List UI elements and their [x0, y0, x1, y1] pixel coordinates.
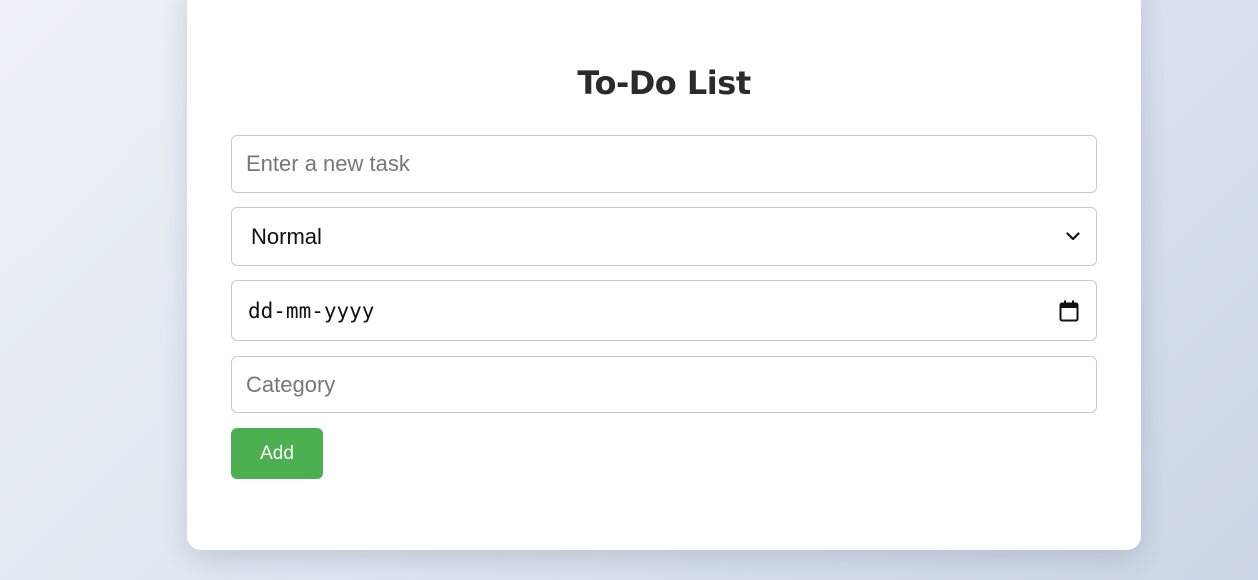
priority-selected-value: Normal — [251, 223, 322, 249]
category-input[interactable] — [232, 357, 1096, 412]
chevron-down-icon — [1064, 228, 1082, 246]
calendar-icon[interactable] — [1058, 300, 1080, 322]
due-date-input[interactable]: dd-mm-yyyy — [231, 280, 1097, 341]
priority-select[interactable]: Normal — [231, 207, 1097, 266]
due-date-placeholder: dd-mm-yyyy — [248, 298, 375, 323]
task-input[interactable] — [232, 136, 1096, 192]
page-title: To-Do List — [577, 64, 751, 102]
category-input-wrapper — [231, 356, 1097, 413]
todo-card: To-Do List Normal dd-mm-yyyy Add — [187, 0, 1141, 550]
add-button[interactable]: Add — [231, 428, 323, 479]
task-input-wrapper — [231, 135, 1097, 193]
